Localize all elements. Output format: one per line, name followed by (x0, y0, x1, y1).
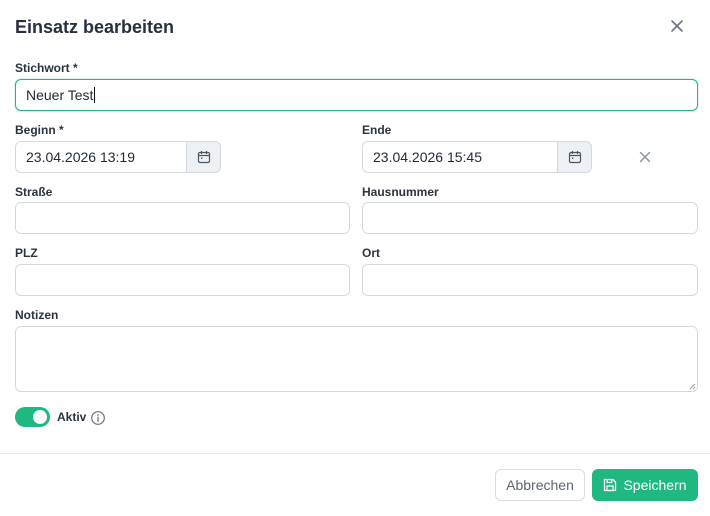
ort-input[interactable] (362, 264, 698, 296)
resize-handle[interactable] (689, 383, 696, 390)
save-icon (604, 478, 617, 492)
save-button-label: Speichern (623, 477, 687, 493)
beginn-datepicker: 23.04.2026 13:19 (15, 141, 221, 173)
ende-calendar-button[interactable] (557, 141, 592, 173)
beginn-calendar-button[interactable] (186, 141, 221, 173)
dialog-title: Einsatz bearbeiten (15, 17, 175, 37)
ende-label: Ende (362, 123, 392, 137)
notizen-textarea[interactable] (15, 326, 698, 392)
hausnummer-label: Hausnummer (362, 185, 439, 199)
calendar-icon (568, 151, 581, 164)
beginn-input[interactable]: 23.04.2026 13:19 (15, 141, 186, 173)
beginn-label: Beginn * (15, 123, 64, 137)
footer-divider (0, 453, 710, 454)
stichwort-value: Neuer Test (26, 87, 94, 103)
stichwort-label: Stichwort * (15, 61, 78, 75)
toggle-knob (33, 410, 47, 424)
ende-datepicker: 23.04.2026 15:45 (362, 141, 592, 173)
plz-label: PLZ (15, 246, 38, 260)
ende-input[interactable]: 23.04.2026 15:45 (362, 141, 557, 173)
plz-input[interactable] (15, 264, 350, 296)
info-icon[interactable] (90, 410, 106, 426)
close-button[interactable] (667, 16, 687, 36)
ort-label: Ort (362, 246, 380, 260)
aktiv-label: Aktiv (57, 410, 87, 424)
text-cursor (94, 87, 96, 103)
dialog-header: Einsatz bearbeiten (15, 16, 695, 40)
save-button[interactable]: Speichern (592, 469, 698, 501)
hausnummer-input[interactable] (362, 202, 698, 234)
close-icon (639, 151, 651, 163)
cancel-button[interactable]: Abbrechen (495, 469, 585, 501)
clear-ende-button[interactable] (635, 147, 655, 167)
stichwort-input[interactable]: Neuer Test (15, 79, 698, 111)
strasse-label: Straße (15, 185, 53, 199)
calendar-icon (197, 151, 210, 164)
edit-dialog: Einsatz bearbeiten Stichwort * Neuer Tes… (0, 0, 710, 516)
notizen-label: Notizen (15, 308, 59, 322)
close-icon (671, 20, 683, 32)
strasse-input[interactable] (15, 202, 350, 234)
aktiv-toggle[interactable] (15, 407, 50, 427)
